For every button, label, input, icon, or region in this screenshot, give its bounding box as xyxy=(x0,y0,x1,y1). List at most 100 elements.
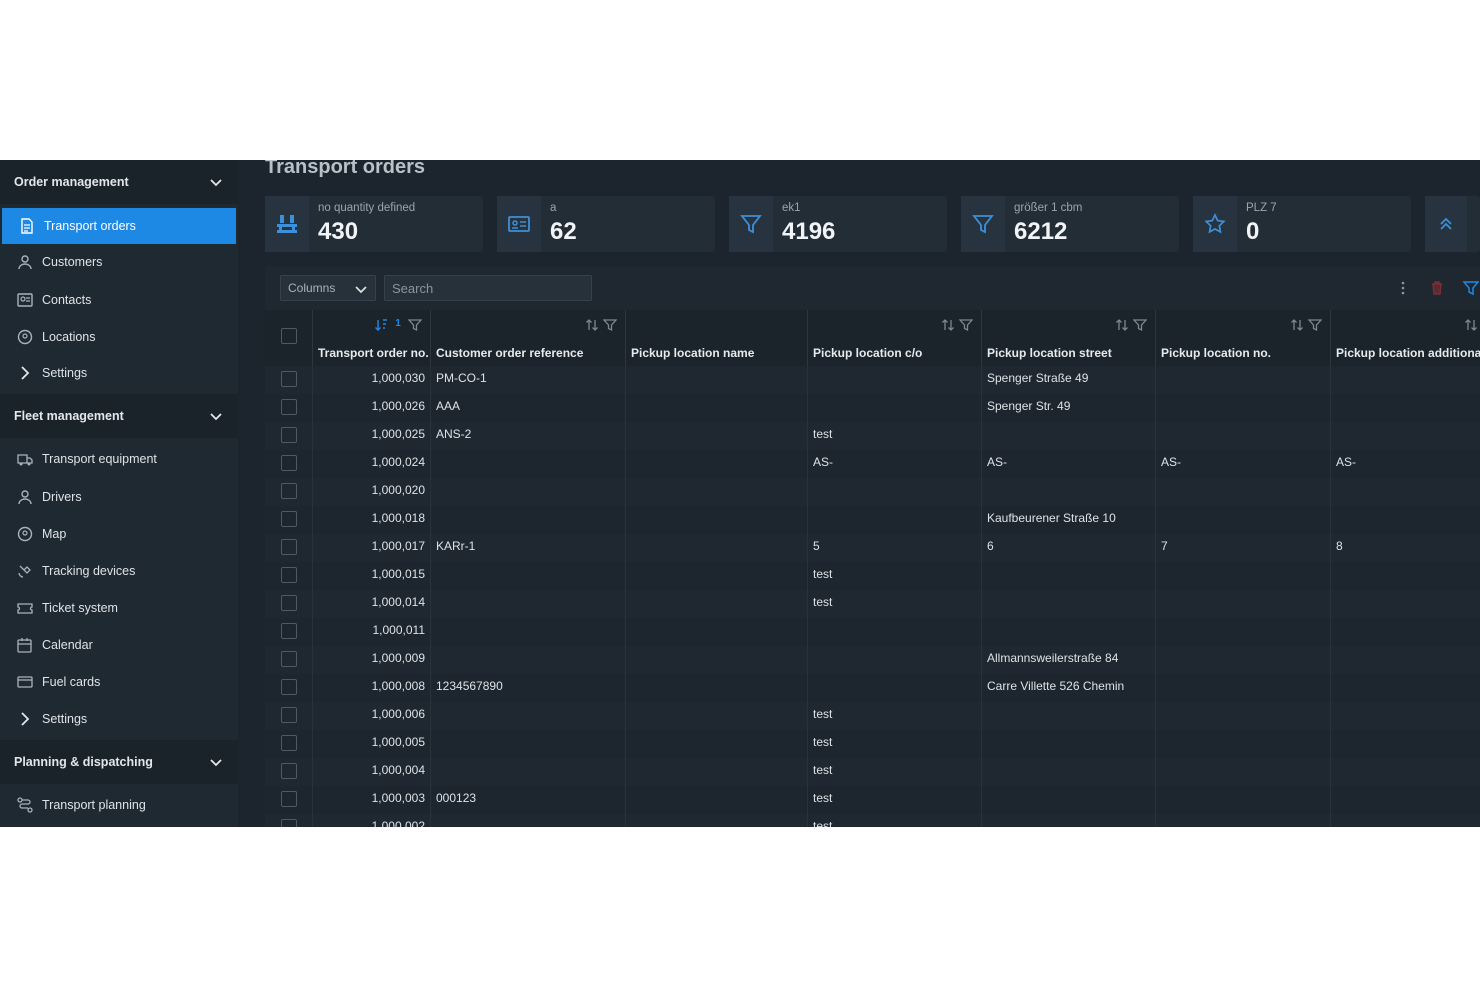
cell-pickup-location-no[interactable] xyxy=(1156,394,1331,422)
cell-pickup-location-street[interactable] xyxy=(982,758,1156,786)
cell-transport-order-no[interactable]: 1,000,026 xyxy=(313,394,431,422)
sort-icon[interactable] xyxy=(585,318,599,332)
cell-pickup-location-name[interactable] xyxy=(626,394,808,422)
cell-pickup-location-no[interactable]: AS- xyxy=(1156,450,1331,478)
cell-pickup-location-co[interactable]: test xyxy=(808,590,982,618)
cell-pickup-location-name[interactable] xyxy=(626,422,808,450)
cell-pickup-location-co[interactable] xyxy=(808,674,982,702)
cell-transport-order-no[interactable]: 1,000,024 xyxy=(313,450,431,478)
row-checkbox[interactable] xyxy=(281,735,297,751)
cell-pickup-location-additional[interactable] xyxy=(1331,590,1480,618)
cell-pickup-location-street[interactable] xyxy=(982,478,1156,506)
cell-pickup-location-additional[interactable] xyxy=(1331,562,1480,590)
cell-pickup-location-street[interactable]: AS- xyxy=(982,450,1156,478)
column-header[interactable]: Customer order reference xyxy=(431,310,626,366)
cell-pickup-location-additional[interactable] xyxy=(1331,506,1480,534)
cell-pickup-location-name[interactable] xyxy=(626,730,808,758)
cell-pickup-location-name[interactable] xyxy=(626,618,808,646)
sidebar-item-locations[interactable]: Locations xyxy=(0,319,238,355)
cell-transport-order-no[interactable]: 1,000,017 xyxy=(313,534,431,562)
cell-pickup-location-no[interactable] xyxy=(1156,786,1331,814)
sidebar-item-map[interactable]: Map xyxy=(0,516,238,552)
kpi-card[interactable]: a 62 xyxy=(497,196,715,252)
cell-pickup-location-name[interactable] xyxy=(626,814,808,827)
cell-pickup-location-additional[interactable] xyxy=(1331,618,1480,646)
cell-pickup-location-no[interactable] xyxy=(1156,702,1331,730)
cell-customer-order-reference[interactable] xyxy=(431,506,626,534)
table-row[interactable]: 1,000,030 PM-CO-1 Spenger Straße 49 xyxy=(265,366,1480,394)
select-all-checkbox[interactable] xyxy=(281,328,297,344)
cell-pickup-location-co[interactable] xyxy=(808,478,982,506)
cell-pickup-location-additional[interactable]: 8 xyxy=(1331,534,1480,562)
cell-customer-order-reference[interactable]: ANS-2 xyxy=(431,422,626,450)
row-checkbox[interactable] xyxy=(281,763,297,779)
cell-transport-order-no[interactable]: 1,000,030 xyxy=(313,366,431,394)
cell-pickup-location-co[interactable]: test xyxy=(808,814,982,827)
cell-pickup-location-additional[interactable] xyxy=(1331,730,1480,758)
row-checkbox[interactable] xyxy=(281,483,297,499)
cell-pickup-location-no[interactable]: 7 xyxy=(1156,534,1331,562)
cell-pickup-location-additional[interactable] xyxy=(1331,786,1480,814)
cell-pickup-location-no[interactable] xyxy=(1156,422,1331,450)
cell-pickup-location-street[interactable]: Kaufbeurener Straße 10 xyxy=(982,506,1156,534)
cell-pickup-location-street[interactable]: Carre Villette 526 Chemin xyxy=(982,674,1156,702)
cell-pickup-location-no[interactable] xyxy=(1156,618,1331,646)
cell-customer-order-reference[interactable]: PM-CO-1 xyxy=(431,366,626,394)
table-row[interactable]: 1,000,026 AAA Spenger Str. 49 xyxy=(265,394,1480,422)
table-row[interactable]: 1,000,024 AS- AS- AS- AS- xyxy=(265,450,1480,478)
cell-pickup-location-co[interactable] xyxy=(808,394,982,422)
cell-transport-order-no[interactable]: 1,000,002 xyxy=(313,814,431,827)
cell-transport-order-no[interactable]: 1,000,008 xyxy=(313,674,431,702)
sidebar-item-fuel-cards[interactable]: Fuel cards xyxy=(0,664,238,700)
cell-transport-order-no[interactable]: 1,000,006 xyxy=(313,702,431,730)
more-vertical-icon[interactable] xyxy=(1395,280,1411,296)
cell-customer-order-reference[interactable] xyxy=(431,590,626,618)
cell-customer-order-reference[interactable]: KARr-1 xyxy=(431,534,626,562)
sidebar-item-transport-planning[interactable]: Transport planning xyxy=(0,787,238,823)
column-header[interactable]: Pickup location additional xyxy=(1331,310,1480,366)
cell-pickup-location-name[interactable] xyxy=(626,786,808,814)
cell-transport-order-no[interactable]: 1,000,004 xyxy=(313,758,431,786)
cell-pickup-location-no[interactable] xyxy=(1156,506,1331,534)
filter-icon[interactable] xyxy=(1308,318,1322,332)
table-row[interactable]: 1,000,011 xyxy=(265,618,1480,646)
cell-customer-order-reference[interactable] xyxy=(431,562,626,590)
section-order-management[interactable]: Order management xyxy=(0,160,238,204)
cell-pickup-location-co[interactable]: test xyxy=(808,422,982,450)
cell-pickup-location-additional[interactable] xyxy=(1331,702,1480,730)
cell-pickup-location-co[interactable] xyxy=(808,506,982,534)
cell-pickup-location-co[interactable]: test xyxy=(808,562,982,590)
column-header[interactable]: 1 Transport order no. xyxy=(313,310,431,366)
cell-transport-order-no[interactable]: 1,000,020 xyxy=(313,478,431,506)
cell-pickup-location-street[interactable] xyxy=(982,730,1156,758)
filter-icon[interactable] xyxy=(1463,280,1479,296)
cell-pickup-location-street[interactable]: Spenger Str. 49 xyxy=(982,394,1156,422)
delete-icon[interactable] xyxy=(1429,280,1445,296)
cell-pickup-location-co[interactable]: AS- xyxy=(808,450,982,478)
search-input[interactable] xyxy=(384,275,592,301)
cell-pickup-location-street[interactable] xyxy=(982,814,1156,827)
cell-pickup-location-name[interactable] xyxy=(626,702,808,730)
sidebar-item-calendar[interactable]: Calendar xyxy=(0,627,238,663)
cell-pickup-location-name[interactable] xyxy=(626,758,808,786)
filter-icon[interactable] xyxy=(603,318,617,332)
cell-pickup-location-name[interactable] xyxy=(626,562,808,590)
cell-pickup-location-no[interactable] xyxy=(1156,758,1331,786)
cell-pickup-location-additional[interactable] xyxy=(1331,366,1480,394)
cell-pickup-location-no[interactable] xyxy=(1156,674,1331,702)
cell-pickup-location-name[interactable] xyxy=(626,450,808,478)
cell-pickup-location-name[interactable] xyxy=(626,366,808,394)
cell-pickup-location-no[interactable] xyxy=(1156,478,1331,506)
cell-pickup-location-name[interactable] xyxy=(626,534,808,562)
cell-pickup-location-street[interactable] xyxy=(982,618,1156,646)
row-checkbox[interactable] xyxy=(281,707,297,723)
row-checkbox[interactable] xyxy=(281,679,297,695)
table-row[interactable]: 1,000,014 test xyxy=(265,590,1480,618)
table-row[interactable]: 1,000,025 ANS-2 test xyxy=(265,422,1480,450)
cell-pickup-location-additional[interactable] xyxy=(1331,478,1480,506)
table-row[interactable]: 1,000,003 000123 test xyxy=(265,786,1480,814)
table-row[interactable]: 1,000,018 Kaufbeurener Straße 10 xyxy=(265,506,1480,534)
cell-customer-order-reference[interactable] xyxy=(431,758,626,786)
cell-pickup-location-name[interactable] xyxy=(626,506,808,534)
kpi-card[interactable]: ek1 4196 xyxy=(729,196,947,252)
